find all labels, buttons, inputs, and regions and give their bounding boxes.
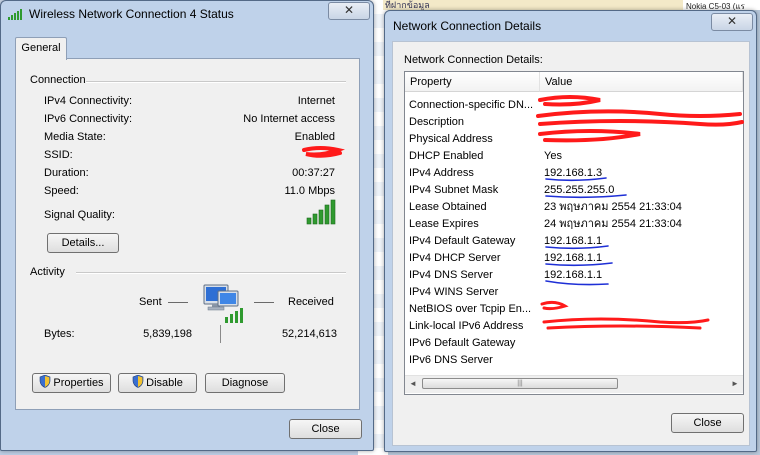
media-state-value: Enabled	[294, 131, 335, 143]
details-section-label: Network Connection Details:	[404, 54, 543, 66]
connection-divider	[86, 81, 346, 83]
ipv4-connectivity-label: IPv4 Connectivity:	[44, 95, 133, 107]
tab-general-label: General	[21, 42, 61, 54]
value-cell: 192.168.1.1	[544, 269, 603, 281]
bytes-sent-value: 5,839,198	[143, 328, 192, 340]
ssid-label: SSID:	[44, 149, 73, 161]
bytes-divider	[220, 325, 221, 343]
uac-shield-icon	[132, 374, 144, 388]
property-cell: IPv6 DNS Server	[409, 354, 493, 366]
properties-button-label: Properties	[53, 377, 104, 389]
background-page-text: ที่ฝากข้อมูล	[385, 0, 430, 10]
property-cell: Link-local IPv6 Address	[409, 320, 524, 332]
duration-value: 00:37:27	[292, 167, 335, 179]
property-cell: IPv6 Default Gateway	[409, 337, 516, 349]
sent-label: Sent	[139, 296, 162, 308]
value-cell: 255.255.255.0	[544, 184, 615, 196]
details-window-close-button[interactable]: ✕	[711, 13, 753, 31]
details-window-titlebar[interactable]: Network Connection Details ✕	[385, 11, 756, 37]
scroll-right-arrow[interactable]: ►	[727, 376, 743, 391]
media-state-label: Media State:	[44, 131, 106, 143]
status-window-title: Wireless Network Connection 4 Status	[29, 7, 234, 21]
ipv4-connectivity-value: Internet	[297, 95, 335, 107]
property-cell: Physical Address	[409, 133, 493, 145]
details-listview[interactable]: Property Value Connection-specific DN...…	[404, 71, 744, 395]
diagnose-button[interactable]: Diagnose	[205, 373, 285, 393]
value-cell: 192.168.1.1	[544, 235, 603, 247]
received-label: Received	[288, 296, 334, 308]
activity-heading: Activity	[30, 266, 65, 278]
properties-button[interactable]: Properties	[32, 373, 111, 393]
status-window: Wireless Network Connection 4 Status ✕ G…	[0, 0, 374, 451]
activity-divider	[76, 272, 346, 274]
received-line	[254, 302, 274, 303]
bytes-received-value: 52,214,613	[281, 328, 337, 340]
property-cell: Description	[409, 116, 465, 128]
status-window-titlebar[interactable]: Wireless Network Connection 4 Status ✕	[1, 1, 373, 27]
details-window: Network Connection Details ✕ Network Con…	[384, 10, 757, 452]
property-cell: IPv4 DNS Server	[409, 269, 493, 281]
speed-value: 11.0 Mbps	[284, 185, 335, 197]
background-tab-text: Nokia C5-03 (แร	[683, 0, 760, 10]
details-rows: Connection-specific DN... Description Ph…	[405, 97, 743, 372]
value-cell: 192.168.1.1	[544, 252, 603, 264]
property-cell: DHCP Enabled	[409, 150, 484, 162]
details-panel: Network Connection Details: Property Val…	[392, 41, 750, 446]
property-cell: IPv4 Address	[409, 167, 474, 179]
general-panel: Connection IPv4 Connectivity: Internet I…	[15, 58, 360, 410]
status-window-close-button[interactable]: ✕	[328, 2, 370, 20]
connection-heading: Connection	[30, 74, 86, 86]
horizontal-scrollbar[interactable]: ◄ ||| ►	[405, 375, 743, 393]
value-cell: Yes	[544, 150, 562, 162]
disable-button[interactable]: Disable	[118, 373, 197, 393]
details-close-button[interactable]: Close	[671, 413, 744, 433]
tab-general[interactable]: General	[15, 37, 67, 60]
value-cell: 23 พฤษภาคม 2554 21:33:04	[544, 201, 682, 213]
property-cell: IPv4 DHCP Server	[409, 252, 501, 264]
ipv6-connectivity-value: No Internet access	[243, 113, 335, 125]
signal-quality-label: Signal Quality:	[44, 209, 115, 221]
details-window-title: Network Connection Details	[393, 19, 542, 33]
scroll-left-arrow[interactable]: ◄	[405, 376, 421, 391]
details-button[interactable]: Details...	[47, 233, 119, 253]
uac-shield-icon	[40, 374, 51, 388]
signal-bars-icon	[306, 199, 336, 225]
property-cell: Lease Expires	[409, 218, 479, 230]
network-computer-icon	[203, 284, 243, 323]
bytes-label: Bytes:	[44, 328, 75, 340]
column-header-property[interactable]: Property	[405, 72, 540, 92]
speed-label: Speed:	[44, 185, 79, 197]
property-cell: Connection-specific DN...	[409, 99, 534, 111]
disable-button-label: Disable	[146, 377, 183, 389]
value-cell: 24 พฤษภาคม 2554 21:33:04	[544, 218, 682, 230]
status-close-button[interactable]: Close	[289, 419, 362, 439]
property-cell: IPv4 Default Gateway	[409, 235, 516, 247]
property-cell: IPv4 Subnet Mask	[409, 184, 499, 196]
wireless-icon	[8, 9, 22, 20]
property-cell: IPv4 WINS Server	[409, 286, 499, 298]
sent-line	[168, 302, 188, 303]
ipv6-connectivity-label: IPv6 Connectivity:	[44, 113, 133, 125]
scroll-thumb[interactable]: |||	[422, 378, 618, 389]
property-cell: NetBIOS over Tcpip En...	[409, 303, 532, 315]
property-cell: Lease Obtained	[409, 201, 487, 213]
column-header-value[interactable]: Value	[540, 72, 743, 92]
duration-label: Duration:	[44, 167, 89, 179]
value-cell: 192.168.1.3	[544, 167, 603, 179]
